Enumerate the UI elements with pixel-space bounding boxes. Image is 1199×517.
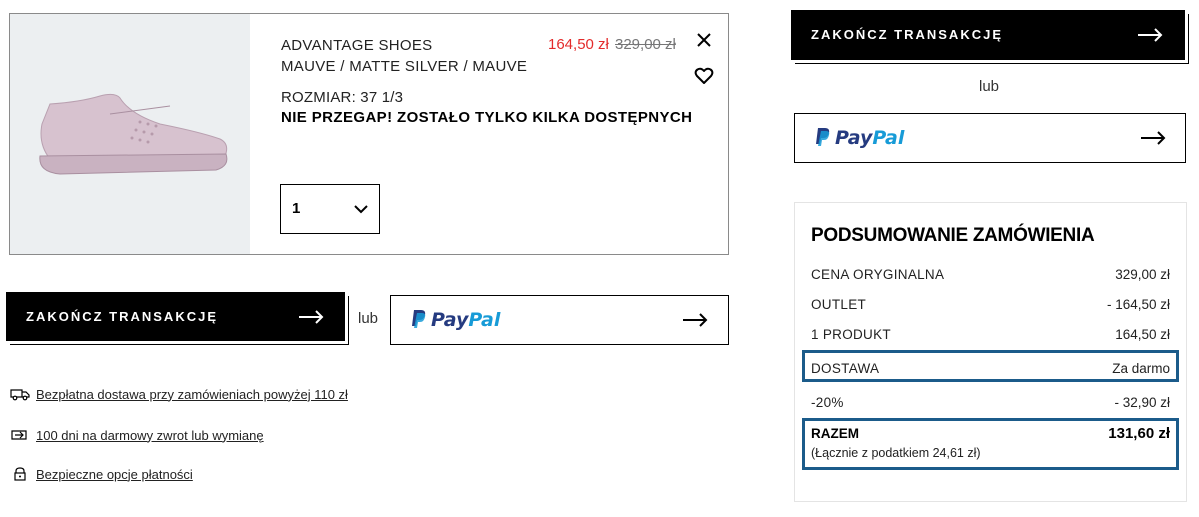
product-image[interactable]: [10, 14, 250, 254]
summary-row-value: - 164,50 zł: [1106, 297, 1170, 312]
paypal-mark-icon: [412, 310, 426, 328]
benefit-link[interactable]: Bezpieczne opcje płatności: [36, 467, 193, 482]
summary-row-discount: -20% - 32,90 zł: [811, 395, 1170, 415]
benefit-secure-payment: Bezpieczne opcje płatności: [10, 465, 193, 483]
paypal-logo: PayPal: [815, 126, 904, 150]
benefit-link[interactable]: Bezpłatna dostawa przy zamówieniach powy…: [36, 387, 348, 402]
order-summary: PODSUMOWANIE ZAMÓWIENIA CENA ORYGINALNA …: [794, 202, 1187, 502]
checkout-button-label: ZAKOŃCZ TRANSAKCJĘ: [26, 309, 218, 324]
arrow-right-icon: [683, 313, 708, 327]
arrow-right-icon: [1138, 28, 1163, 42]
benefit-link[interactable]: 100 dni na darmowy zwrot lub wymianę: [36, 428, 264, 443]
summary-row-original-price: CENA ORYGINALNA 329,00 zł: [811, 267, 1170, 287]
product-name[interactable]: ADVANTAGE SHOES: [281, 35, 432, 56]
paypal-button-top[interactable]: PayPal: [794, 113, 1186, 163]
cart-item-card: ADVANTAGE SHOES MAUVE / MATTE SILVER / M…: [9, 13, 729, 255]
or-label: lub: [979, 78, 1000, 95]
summary-row-outlet: OUTLET - 164,50 zł: [811, 297, 1170, 317]
checkout-button-top[interactable]: ZAKOŃCZ TRANSAKCJĘ: [791, 10, 1185, 60]
sneaker-icon: [39, 93, 228, 175]
summary-title: PODSUMOWANIE ZAMÓWIENIA: [811, 225, 1095, 246]
benefit-free-delivery: Bezpłatna dostawa przy zamówieniach powy…: [10, 385, 348, 403]
paypal-logo-pal: Pal: [872, 127, 905, 149]
arrow-right-icon: [299, 309, 324, 324]
close-icon: [697, 33, 711, 47]
arrow-right-icon: [1141, 131, 1166, 145]
product-color: MAUVE / MATTE SILVER / MAUVE: [281, 58, 528, 75]
heart-icon: [694, 67, 714, 84]
original-price: 329,00 zł: [615, 36, 676, 53]
lock-icon: [14, 467, 26, 481]
benefit-returns: 100 dni na darmowy zwrot lub wymianę: [10, 426, 264, 444]
tax-note: (Łącznie z podatkiem 24,61 zł): [811, 446, 981, 460]
chevron-down-icon: [354, 205, 368, 214]
return-icon: [11, 430, 27, 440]
total-label: RAZEM: [811, 426, 859, 441]
summary-row-products: 1 PRODUKT 164,50 zł: [811, 327, 1170, 347]
delivery-truck-icon: [10, 389, 30, 401]
paypal-logo-pal: Pal: [468, 309, 501, 331]
quantity-select[interactable]: 1: [280, 184, 380, 234]
product-size: ROZMIAR: 37 1/3: [281, 89, 404, 106]
summary-row-label: OUTLET: [811, 297, 867, 312]
summary-row-label: CENA ORYGINALNA: [811, 267, 945, 282]
wishlist-button[interactable]: [694, 66, 714, 86]
remove-item-button[interactable]: [694, 30, 714, 50]
paypal-logo-pay: Pay: [835, 127, 873, 149]
or-label: lub: [358, 310, 379, 327]
summary-row-value: - 32,90 zł: [1114, 395, 1170, 410]
summary-row-value: 329,00 zł: [1115, 267, 1170, 282]
checkout-button[interactable]: ZAKOŃCZ TRANSAKCJĘ: [6, 292, 345, 341]
paypal-logo: PayPal: [411, 308, 500, 332]
summary-row-delivery: DOSTAWA Za darmo: [811, 361, 1170, 381]
summary-row-value: Za darmo: [1112, 361, 1170, 376]
quantity-value: 1: [292, 200, 301, 217]
summary-row-value: 164,50 zł: [1115, 327, 1170, 342]
paypal-mark-icon: [816, 128, 830, 146]
paypal-button[interactable]: PayPal: [390, 295, 729, 345]
paypal-logo-pay: Pay: [431, 309, 469, 331]
summary-row-label: -20%: [811, 395, 844, 410]
total-value: 131,60 zł: [1108, 425, 1170, 442]
sale-price: 164,50 zł: [548, 36, 609, 53]
stock-warning: NIE PRZEGAP! ZOSTAŁO TYLKO KILKA DOSTĘPN…: [281, 109, 693, 126]
summary-row-label: 1 PRODUKT: [811, 327, 891, 342]
checkout-button-label: ZAKOŃCZ TRANSAKCJĘ: [811, 27, 1003, 42]
summary-row-label: DOSTAWA: [811, 361, 880, 376]
